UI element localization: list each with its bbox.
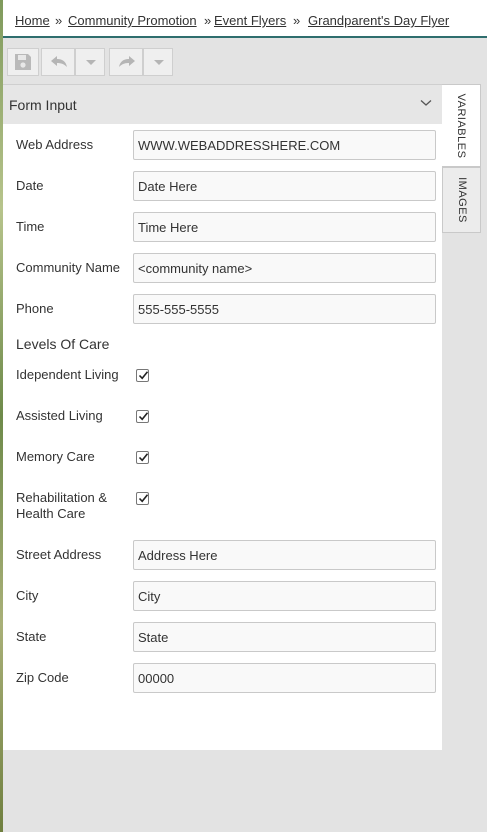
- date-input[interactable]: [133, 171, 436, 201]
- web-address-input[interactable]: [133, 130, 436, 160]
- rehabilitation-label: Rehabilitation & Health Care: [16, 490, 108, 521]
- state-label: State: [16, 629, 47, 644]
- community-name-label: Community Name: [16, 260, 121, 275]
- street-address-input[interactable]: [133, 540, 436, 570]
- street-address-label: Street Address: [16, 547, 102, 562]
- checkmark-icon: [138, 371, 149, 380]
- city-input[interactable]: [133, 581, 436, 611]
- state-input[interactable]: [133, 622, 436, 652]
- undo-history-dropdown[interactable]: [75, 48, 105, 76]
- floppy-disk-icon: [15, 54, 31, 70]
- city-label: City: [16, 588, 39, 603]
- tab-images[interactable]: IMAGES: [442, 167, 481, 233]
- assisted-living-label: Assisted Living: [16, 408, 103, 423]
- checkmark-icon: [138, 453, 149, 462]
- redo-history-dropdown[interactable]: [143, 48, 173, 76]
- breadcrumb: Home » Community Promotion » Event Flyer…: [3, 0, 487, 38]
- rehabilitation-checkbox[interactable]: [136, 492, 149, 505]
- panel-title: Form Input: [9, 97, 77, 113]
- breadcrumb-event-flyers-link[interactable]: Event Flyers: [214, 13, 286, 28]
- tab-variables[interactable]: VARIABLES: [442, 84, 481, 167]
- time-label: Time: [16, 219, 45, 234]
- zip-code-label: Zip Code: [16, 670, 69, 685]
- chevron-down-icon[interactable]: [420, 99, 432, 107]
- breadcrumb-separator: »: [293, 13, 301, 28]
- memory-care-label: Memory Care: [16, 449, 95, 464]
- chevron-down-icon: [154, 60, 164, 65]
- undo-button[interactable]: [41, 48, 75, 76]
- save-button[interactable]: [7, 48, 39, 76]
- checkmark-icon: [138, 494, 149, 503]
- tab-variables-label: VARIABLES: [455, 93, 467, 158]
- breadcrumb-home-link[interactable]: Home: [15, 13, 50, 28]
- breadcrumb-separator: »: [55, 13, 63, 28]
- independent-living-label: Idependent Living: [16, 367, 119, 382]
- redo-arrow-icon: [119, 56, 135, 67]
- date-label: Date: [16, 178, 44, 193]
- independent-living-checkbox[interactable]: [136, 369, 149, 382]
- community-name-input[interactable]: [133, 253, 436, 283]
- checkmark-icon: [138, 412, 149, 421]
- panel-header[interactable]: Form Input: [3, 84, 442, 124]
- toolbar: [3, 40, 487, 84]
- assisted-living-checkbox[interactable]: [136, 410, 149, 423]
- undo-arrow-icon: [51, 56, 67, 67]
- web-address-label: Web Address: [16, 137, 94, 152]
- memory-care-checkbox[interactable]: [136, 451, 149, 464]
- levels-of-care-heading: Levels Of Care: [16, 336, 110, 352]
- time-input[interactable]: [133, 212, 436, 242]
- breadcrumb-current-page[interactable]: Grandparent's Day Flyer: [308, 13, 449, 28]
- redo-button[interactable]: [109, 48, 143, 76]
- tab-images-label: IMAGES: [455, 177, 468, 223]
- breadcrumb-community-promotion-link[interactable]: Community Promotion: [68, 13, 197, 28]
- phone-input[interactable]: [133, 294, 436, 324]
- phone-label: Phone: [16, 301, 54, 316]
- chevron-down-icon: [86, 60, 96, 65]
- zip-code-input[interactable]: [133, 663, 436, 693]
- breadcrumb-separator: »: [204, 13, 212, 28]
- form-input-panel: Form Input Web Address Date Time Communi…: [3, 84, 442, 750]
